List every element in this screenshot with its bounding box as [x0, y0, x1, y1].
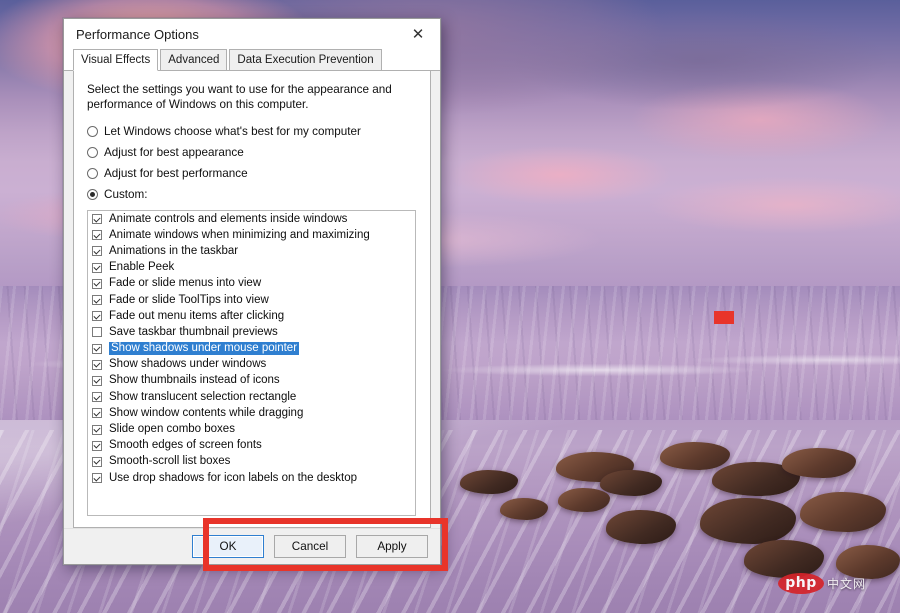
visual-effect-row[interactable]: Show translucent selection rectangle: [88, 389, 415, 405]
visual-effect-row[interactable]: Smooth edges of screen fonts: [88, 438, 415, 454]
checkbox-icon[interactable]: [92, 456, 102, 467]
apply-button[interactable]: Apply: [356, 535, 428, 558]
panel-intro-text: Select the settings you want to use for …: [87, 83, 392, 111]
radio-option-best-performance[interactable]: Adjust for best performance: [87, 163, 427, 184]
visual-effect-row[interactable]: Show shadows under windows: [88, 357, 415, 373]
visual-effect-label: Show shadows under mouse pointer: [109, 342, 300, 356]
checkbox-icon[interactable]: [92, 246, 102, 257]
checkbox-icon[interactable]: [92, 392, 102, 403]
dialog-title: Performance Options: [76, 27, 199, 42]
visual-effect-row[interactable]: Fade or slide ToolTips into view: [88, 292, 415, 308]
php-logo-icon: php: [778, 572, 824, 594]
visual-effect-row[interactable]: Enable Peek: [88, 260, 415, 276]
checkbox-icon[interactable]: [92, 375, 102, 386]
tab-data-execution-prevention[interactable]: Data Execution Prevention: [229, 49, 382, 70]
radio-label: Adjust for best performance: [104, 167, 248, 180]
visual-effect-label: Show thumbnails instead of icons: [109, 374, 280, 387]
tab-advanced[interactable]: Advanced: [160, 49, 228, 70]
wallpaper-rock: [606, 510, 676, 544]
annotation-marker-rect: [714, 311, 734, 324]
visual-effect-label: Fade or slide menus into view: [109, 277, 262, 290]
wallpaper-rock: [600, 470, 662, 496]
checkbox-icon[interactable]: [92, 408, 102, 419]
wallpaper-rock: [500, 498, 548, 520]
visual-effect-row[interactable]: Smooth-scroll list boxes: [88, 454, 415, 470]
visual-effect-row[interactable]: Show shadows under mouse pointer: [88, 341, 415, 357]
checkbox-icon[interactable]: [92, 359, 102, 370]
radio-option-best-appearance[interactable]: Adjust for best appearance: [87, 142, 427, 163]
visual-effect-label: Animate controls and elements inside win…: [109, 212, 348, 225]
visual-effect-label: Fade or slide ToolTips into view: [109, 293, 269, 306]
radio-indicator-icon: [87, 189, 98, 200]
visual-effect-row[interactable]: Show thumbnails instead of icons: [88, 373, 415, 389]
watermark: php 中文网: [778, 571, 890, 595]
checkbox-icon[interactable]: [92, 424, 102, 435]
visual-effect-label: Show translucent selection rectangle: [109, 390, 297, 403]
ok-button[interactable]: OK: [192, 535, 264, 558]
visual-effect-row[interactable]: Fade or slide menus into view: [88, 276, 415, 292]
radio-label: Adjust for best appearance: [104, 146, 244, 159]
visual-effect-row[interactable]: Slide open combo boxes: [88, 421, 415, 437]
visual-effect-row[interactable]: Fade out menu items after clicking: [88, 308, 415, 324]
radio-option-let-windows-choose[interactable]: Let Windows choose what's best for my co…: [87, 121, 427, 142]
performance-mode-radio-group: Let Windows choose what's best for my co…: [87, 121, 427, 205]
dialog-footer: OK Cancel Apply: [64, 528, 440, 564]
checkbox-icon[interactable]: [92, 343, 102, 354]
visual-effect-label: Smooth-scroll list boxes: [109, 455, 231, 468]
checkbox-icon[interactable]: [92, 311, 102, 322]
radio-label: Custom:: [104, 188, 148, 201]
dialog-titlebar[interactable]: Performance Options ✕: [64, 19, 440, 50]
radio-indicator-icon: [87, 147, 98, 158]
visual-effect-row[interactable]: Show window contents while dragging: [88, 405, 415, 421]
checkbox-icon[interactable]: [92, 327, 102, 338]
visual-effect-label: Animations in the taskbar: [109, 244, 239, 257]
visual-effect-label: Use drop shadows for icon labels on the …: [109, 471, 358, 484]
checkbox-icon[interactable]: [92, 295, 102, 306]
checkbox-icon[interactable]: [92, 278, 102, 289]
visual-effect-label: Slide open combo boxes: [109, 423, 235, 436]
visual-effect-label: Enable Peek: [109, 261, 175, 274]
visual-effect-row[interactable]: Save taskbar thumbnail previews: [88, 324, 415, 340]
performance-options-dialog: Performance Options ✕ Visual Effects Adv…: [63, 18, 441, 565]
checkbox-icon[interactable]: [92, 440, 102, 451]
wallpaper-rock: [460, 470, 518, 494]
visual-effect-label: Smooth edges of screen fonts: [109, 439, 262, 452]
radio-label: Let Windows choose what's best for my co…: [104, 125, 361, 138]
wallpaper-rock: [558, 488, 610, 512]
radio-indicator-icon: [87, 168, 98, 179]
wallpaper-rock: [782, 448, 856, 478]
wallpaper-rock: [660, 442, 730, 470]
tab-visual-effects[interactable]: Visual Effects: [73, 49, 159, 71]
watermark-suffix-label: 中文网: [827, 576, 867, 591]
wallpaper-rock: [700, 498, 796, 544]
visual-effect-label: Save taskbar thumbnail previews: [109, 325, 278, 338]
visual-effect-row[interactable]: Animate windows when minimizing and maxi…: [88, 227, 415, 243]
tab-strip: Visual Effects Advanced Data Execution P…: [64, 49, 440, 71]
visual-effect-label: Show shadows under windows: [109, 358, 267, 371]
visual-effect-label: Fade out menu items after clicking: [109, 309, 285, 322]
visual-effects-listbox[interactable]: Animate controls and elements inside win…: [87, 210, 416, 516]
wallpaper-rock: [800, 492, 886, 532]
checkbox-icon[interactable]: [92, 473, 102, 484]
checkbox-icon[interactable]: [92, 230, 102, 241]
radio-option-custom[interactable]: Custom:: [87, 184, 427, 205]
checkbox-icon[interactable]: [92, 262, 102, 273]
close-icon[interactable]: ✕: [396, 20, 440, 50]
cancel-button[interactable]: Cancel: [274, 535, 346, 558]
radio-indicator-icon: [87, 126, 98, 137]
visual-effect-row[interactable]: Animations in the taskbar: [88, 243, 415, 259]
visual-effect-row[interactable]: Animate controls and elements inside win…: [88, 211, 415, 227]
visual-effect-label: Show window contents while dragging: [109, 406, 304, 419]
checkbox-icon[interactable]: [92, 214, 102, 225]
visual-effect-label: Animate windows when minimizing and maxi…: [109, 228, 370, 241]
visual-effects-panel: Select the settings you want to use for …: [73, 71, 431, 528]
visual-effect-row[interactable]: Use drop shadows for icon labels on the …: [88, 470, 415, 486]
